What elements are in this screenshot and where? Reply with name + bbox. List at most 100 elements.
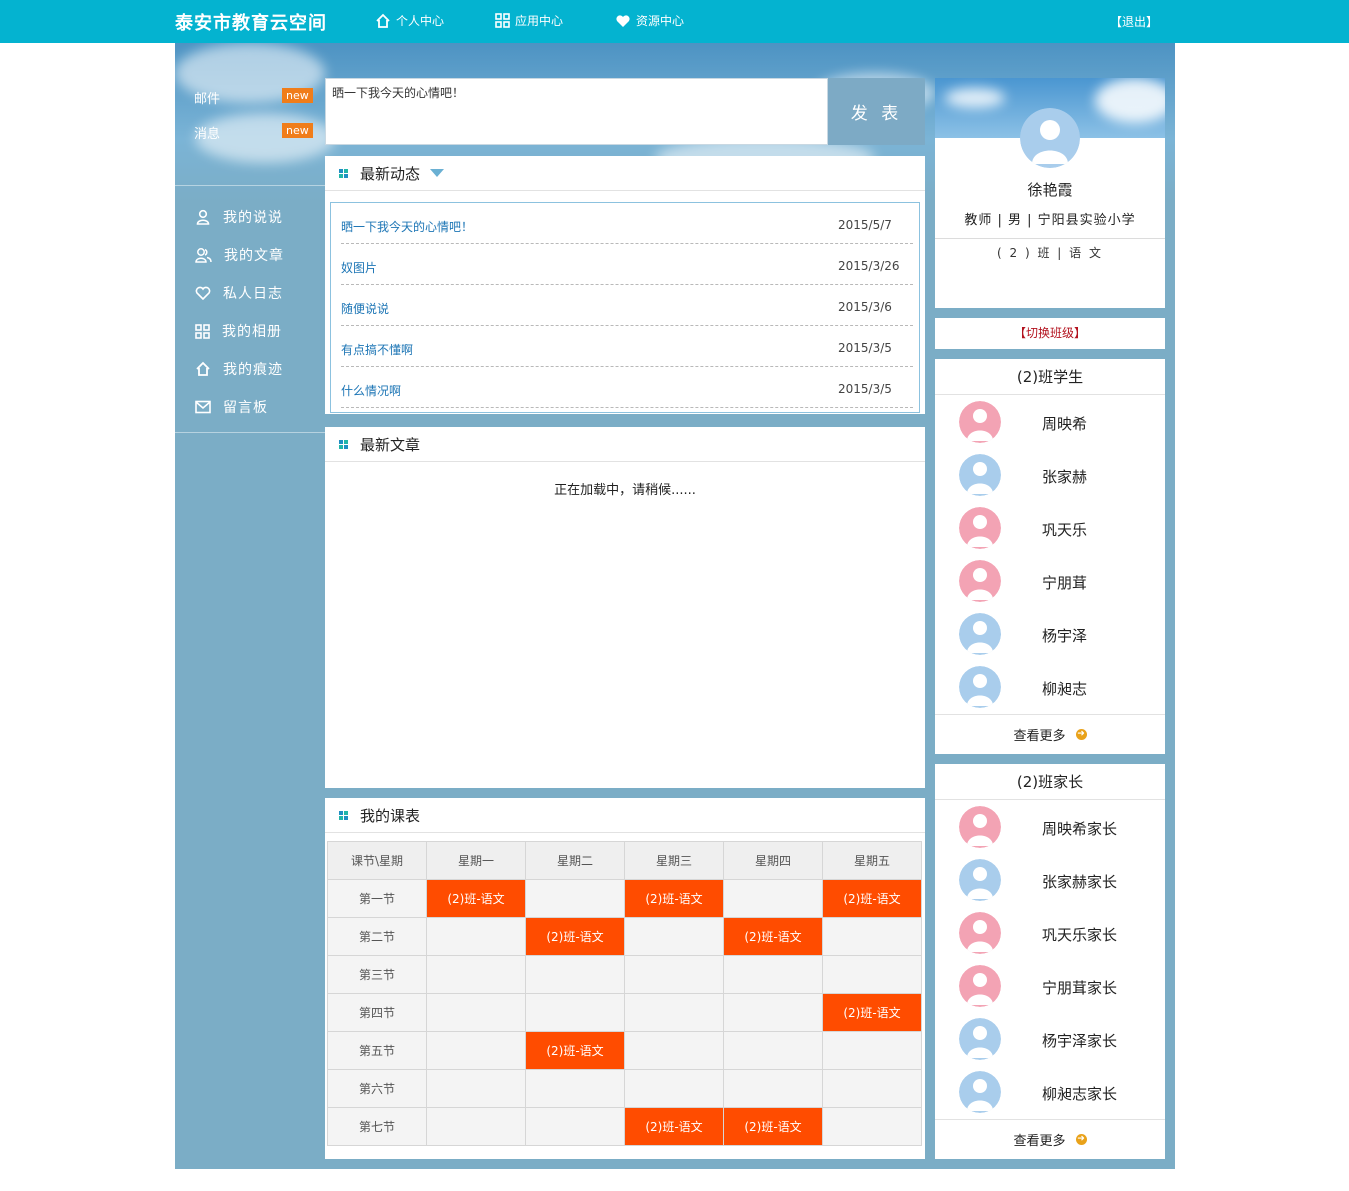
- sidebar-menu: 我的说说 我的文章 私人日志 我的相册 我的痕迹 留言板: [175, 198, 325, 426]
- site-logo[interactable]: 泰安市教育云空间: [175, 9, 327, 35]
- list-item[interactable]: 巩天乐: [935, 501, 1165, 554]
- profile-avatar[interactable]: [1020, 108, 1080, 168]
- person-name[interactable]: 巩天乐: [1042, 519, 1087, 540]
- new-badge: new: [282, 88, 313, 103]
- publish-button[interactable]: 发 表: [828, 78, 925, 145]
- empty-cell: [426, 1069, 526, 1108]
- person-name[interactable]: 柳昶志家长: [1042, 1083, 1117, 1104]
- mood-input[interactable]: 晒一下我今天的心情吧！: [325, 78, 828, 145]
- heart-icon: [616, 14, 630, 27]
- sidebar-item-my-album[interactable]: 我的相册: [175, 312, 325, 350]
- table-row: 第二节 (2)班-语文 (2)班-语文: [327, 917, 922, 956]
- sidebar-messages[interactable]: 消息 new: [175, 113, 325, 148]
- news-date: 2015/3/5: [838, 341, 892, 355]
- students-more-link[interactable]: 查看更多 ➜: [935, 714, 1165, 754]
- home-icon: [196, 361, 210, 376]
- latest-updates-panel: 最新动态 晒一下我今天的心情吧！ 2015/5/7 奴图片 2015/3/26 …: [325, 156, 925, 414]
- empty-cell: [822, 1069, 922, 1108]
- latest-articles-panel: 最新文章 正在加载中，请稍候......: [325, 427, 925, 788]
- news-title-link[interactable]: 奴图片: [341, 259, 377, 276]
- nav-resource-center[interactable]: 资源中心: [615, 12, 684, 29]
- list-item[interactable]: 巩天乐家长: [935, 906, 1165, 959]
- avatar[interactable]: [959, 1071, 1001, 1113]
- period-label: 第一节: [327, 879, 427, 918]
- list-item[interactable]: 杨宇泽家长: [935, 1012, 1165, 1065]
- news-title-link[interactable]: 随便说说: [341, 300, 389, 317]
- table-row: 第四节 (2)班-语文: [327, 993, 922, 1032]
- empty-cell: [426, 917, 526, 956]
- empty-cell: [525, 955, 625, 994]
- news-title-link[interactable]: 有点搞不懂啊: [341, 341, 413, 358]
- logout-link[interactable]: 【退出】: [1110, 13, 1158, 30]
- person-name[interactable]: 张家赫: [1042, 466, 1087, 487]
- class-cell[interactable]: (2)班-语文: [525, 917, 625, 956]
- list-item[interactable]: 晒一下我今天的心情吧！ 2015/5/7: [341, 203, 913, 244]
- news-title-link[interactable]: 晒一下我今天的心情吧！: [341, 218, 473, 235]
- list-item[interactable]: 有点搞不懂啊 2015/3/5: [341, 326, 913, 367]
- avatar[interactable]: [959, 806, 1001, 848]
- grid-icon: [495, 13, 510, 28]
- list-item[interactable]: 周映希: [935, 395, 1165, 448]
- class-cell[interactable]: (2)班-语文: [822, 879, 922, 918]
- avatar[interactable]: [959, 859, 1001, 901]
- avatar[interactable]: [959, 1018, 1001, 1060]
- person-name[interactable]: 杨宇泽家长: [1042, 1030, 1117, 1051]
- person-name[interactable]: 杨宇泽: [1042, 625, 1087, 646]
- list-item[interactable]: 什么情况啊 2015/3/5: [341, 367, 913, 408]
- home-icon: [376, 13, 390, 28]
- person-name[interactable]: 宁朋茸家长: [1042, 977, 1117, 998]
- loading-text: 正在加载中，请稍候......: [554, 483, 696, 498]
- heart-icon: [195, 286, 211, 300]
- person-name[interactable]: 周映希家长: [1042, 818, 1117, 839]
- switch-class-button[interactable]: 【切换班级】: [935, 318, 1165, 349]
- person-name[interactable]: 张家赫家长: [1042, 871, 1117, 892]
- sidebar-item-private-diary[interactable]: 私人日志: [175, 274, 325, 312]
- list-item[interactable]: 奴图片 2015/3/26: [341, 244, 913, 285]
- grid-icon: [195, 323, 210, 339]
- avatar[interactable]: [959, 613, 1001, 655]
- class-cell[interactable]: (2)班-语文: [723, 1107, 823, 1146]
- list-item[interactable]: 杨宇泽: [935, 607, 1165, 660]
- person-name[interactable]: 巩天乐家长: [1042, 924, 1117, 945]
- sidebar-item-message-board[interactable]: 留言板: [175, 388, 325, 426]
- avatar[interactable]: [959, 666, 1001, 708]
- avatar[interactable]: [959, 454, 1001, 496]
- list-item[interactable]: 周映希家长: [935, 800, 1165, 853]
- class-cell[interactable]: (2)班-语文: [624, 1107, 724, 1146]
- class-cell[interactable]: (2)班-语文: [723, 917, 823, 956]
- list-item[interactable]: 柳昶志: [935, 660, 1165, 713]
- nav-app-center[interactable]: 应用中心: [495, 12, 563, 29]
- person-name[interactable]: 周映希: [1042, 413, 1087, 434]
- class-cell[interactable]: (2)班-语文: [624, 879, 724, 918]
- class-cell[interactable]: (2)班-语文: [525, 1031, 625, 1070]
- dropdown-arrow-icon[interactable]: [430, 169, 445, 177]
- news-title-link[interactable]: 什么情况啊: [341, 382, 401, 399]
- list-item[interactable]: 随便说说 2015/3/6: [341, 285, 913, 326]
- class-cell[interactable]: (2)班-语文: [822, 993, 922, 1032]
- sidebar-mail[interactable]: 邮件 new: [175, 78, 325, 113]
- person-name[interactable]: 宁朋茸: [1042, 572, 1087, 593]
- avatar[interactable]: [959, 965, 1001, 1007]
- panel-title: 我的课表: [360, 806, 421, 825]
- timetable-header-cell: 星期五: [822, 841, 922, 880]
- sidebar-item-my-articles[interactable]: 我的文章: [175, 236, 325, 274]
- timetable-header-cell: 课节\星期: [327, 841, 427, 880]
- avatar[interactable]: [959, 401, 1001, 443]
- sidebar-item-my-traces[interactable]: 我的痕迹: [175, 350, 325, 388]
- user-icon: [196, 209, 210, 225]
- parents-more-link[interactable]: 查看更多 ➜: [935, 1119, 1165, 1159]
- class-cell[interactable]: (2)班-语文: [426, 879, 526, 918]
- empty-cell: [723, 993, 823, 1032]
- avatar[interactable]: [959, 560, 1001, 602]
- list-item[interactable]: 柳昶志家长: [935, 1065, 1165, 1118]
- avatar[interactable]: [959, 912, 1001, 954]
- list-item[interactable]: 宁朋茸: [935, 554, 1165, 607]
- list-item[interactable]: 张家赫: [935, 448, 1165, 501]
- more-label: 查看更多: [1013, 1134, 1066, 1149]
- list-item[interactable]: 张家赫家长: [935, 853, 1165, 906]
- person-name[interactable]: 柳昶志: [1042, 678, 1087, 699]
- avatar[interactable]: [959, 507, 1001, 549]
- sidebar-item-my-posts[interactable]: 我的说说: [175, 198, 325, 236]
- nav-personal-center[interactable]: 个人中心: [375, 12, 444, 29]
- list-item[interactable]: 宁朋茸家长: [935, 959, 1165, 1012]
